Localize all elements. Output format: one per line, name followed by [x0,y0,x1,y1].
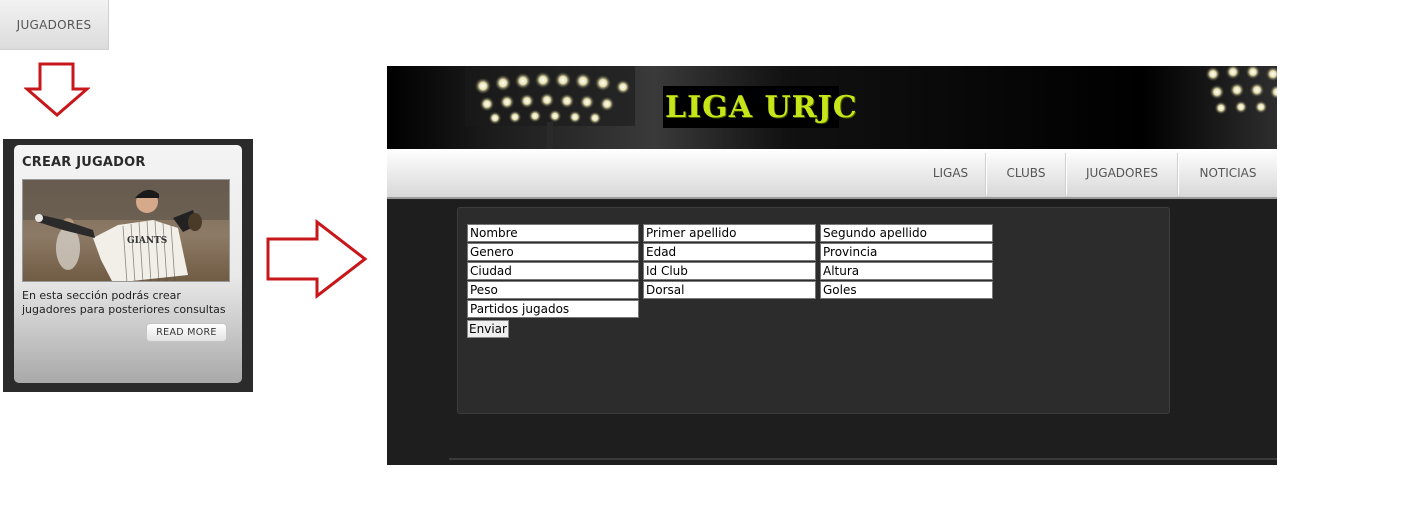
main-nav: LIGAS CLUBS JUGADORES NOTICIAS [387,149,1277,199]
ciudad-field[interactable] [467,262,639,280]
nav-item-jugadores[interactable]: JUGADORES [1067,149,1177,197]
svg-text:GIANTS: GIANTS [127,236,167,246]
genero-field[interactable] [467,243,639,261]
primer-apellido-field[interactable] [643,224,816,242]
goles-field[interactable] [820,281,993,299]
site-logo[interactable]: LIGA URJC [665,90,858,125]
arrow-down-icon [24,62,90,117]
card-description: En esta sección podrás crear jugadores p… [22,289,226,316]
menu-tab-jugadores[interactable]: JUGADORES [0,0,109,50]
edad-field[interactable] [643,243,816,261]
card-photo: GIANTS [22,179,230,282]
provincia-field[interactable] [820,243,993,261]
nav-item-ligas[interactable]: LIGAS [916,149,985,197]
card-title: CREAR JUGADOR [22,155,146,170]
segundo-apellido-field[interactable] [820,224,993,242]
nav-item-noticias[interactable]: NOTICIAS [1179,149,1277,197]
arrow-right-icon [266,219,368,299]
nombre-field[interactable] [467,224,639,242]
partidos-jugados-field[interactable] [467,300,639,318]
enviar-button[interactable]: Enviar [467,320,509,338]
altura-field[interactable] [820,262,993,280]
nav-item-clubs[interactable]: CLUBS [987,149,1065,197]
peso-field[interactable] [467,281,639,299]
read-more-button[interactable]: READ MORE [146,323,227,342]
site-banner: LIGA URJC [387,66,1277,149]
id-club-field[interactable] [643,262,816,280]
dorsal-field[interactable] [643,281,816,299]
footer-divider [449,458,1277,460]
